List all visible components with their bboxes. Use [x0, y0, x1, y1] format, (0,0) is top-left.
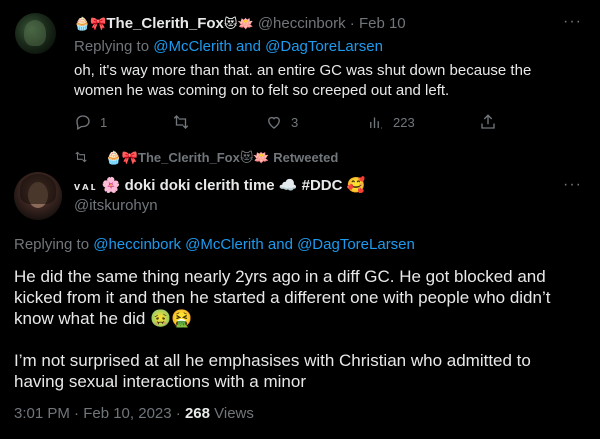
- tweet-paragraph: He did the same thing nearly 2yrs ago in…: [14, 267, 551, 328]
- timestamp[interactable]: 3:01 PM · Feb 10, 2023 ·: [14, 405, 181, 422]
- replying-to: Replying to @heccinbork @McClerith and @…: [14, 236, 415, 253]
- display-name: 🌸 doki doki clerith time ☁️ #DDC 🥰: [101, 177, 366, 194]
- name-prefix: ᴠᴀʟ: [74, 181, 98, 193]
- avatar[interactable]: [14, 172, 62, 220]
- view-count: 223: [393, 114, 415, 130]
- replying-label: Replying to: [14, 236, 90, 253]
- name-emoji-prefix: 🧁🎀: [74, 16, 107, 31]
- heart-icon: [268, 116, 280, 129]
- tweet-date[interactable]: · Feb 10: [350, 15, 406, 32]
- tweet-text: oh, it's way more than that. an entire G…: [74, 62, 532, 99]
- share-icon: [481, 114, 495, 129]
- views-button[interactable]: 223: [367, 113, 415, 131]
- replying-label: Replying to: [74, 38, 150, 55]
- replying-mentions[interactable]: @heccinbork @McClerith and @DagToreLarse…: [93, 236, 415, 253]
- handle[interactable]: @itskurohyn: [74, 197, 158, 214]
- more-options-icon[interactable]: ···: [563, 176, 582, 194]
- tweet-actions: 1 3 223: [74, 113, 504, 133]
- retweet-button[interactable]: [172, 113, 198, 131]
- avatar[interactable]: [15, 13, 56, 54]
- replying-to: Replying to @McClerith and @DagToreLarse…: [74, 38, 383, 55]
- views-label: Views: [214, 405, 254, 422]
- tweet-header: 🧁🎀The_Clerith_Fox😻🪷 @heccinbork · Feb 10: [74, 15, 406, 32]
- reply-icon: [76, 115, 90, 130]
- name-emoji-suffix: 😻🪷: [223, 16, 254, 31]
- tweet-meta: 3:01 PM · Feb 10, 2023 · 268 Views: [14, 405, 254, 422]
- retweeted-label: Retweeted: [273, 150, 339, 165]
- handle[interactable]: @heccinbork: [258, 15, 346, 32]
- like-count: 3: [291, 114, 299, 130]
- retweet-icon: [75, 151, 87, 163]
- reply-count: 1: [100, 114, 108, 130]
- tweet-text: He did the same thing nearly 2yrs ago in…: [14, 266, 584, 413]
- retweeted-by[interactable]: 🧁🎀The_Clerith_Fox😻🪷 Retweeted: [74, 150, 338, 166]
- retweeter-emoji-prefix: 🧁🎀: [105, 150, 138, 165]
- retweeter-name: The_Clerith_Fox: [138, 150, 240, 165]
- tweet-paragraph: I’m not surprised at all he emphasises w…: [14, 351, 531, 391]
- views-count: 268: [184, 405, 210, 422]
- share-button[interactable]: [479, 113, 497, 131]
- replying-mentions[interactable]: @McClerith and @DagToreLarsen: [153, 38, 383, 55]
- retweet-icon: [173, 115, 189, 129]
- reply-button[interactable]: 1: [74, 113, 107, 131]
- like-button[interactable]: 3: [265, 113, 298, 131]
- display-name[interactable]: The_Clerith_Fox: [106, 15, 224, 32]
- analytics-icon: [370, 117, 382, 129]
- more-options-icon[interactable]: ···: [563, 13, 582, 31]
- tweet-author[interactable]: ᴠᴀʟ 🌸 doki doki clerith time ☁️ #DDC 🥰: [74, 176, 365, 194]
- retweeter-emoji-suffix: 😻🪷: [239, 150, 270, 165]
